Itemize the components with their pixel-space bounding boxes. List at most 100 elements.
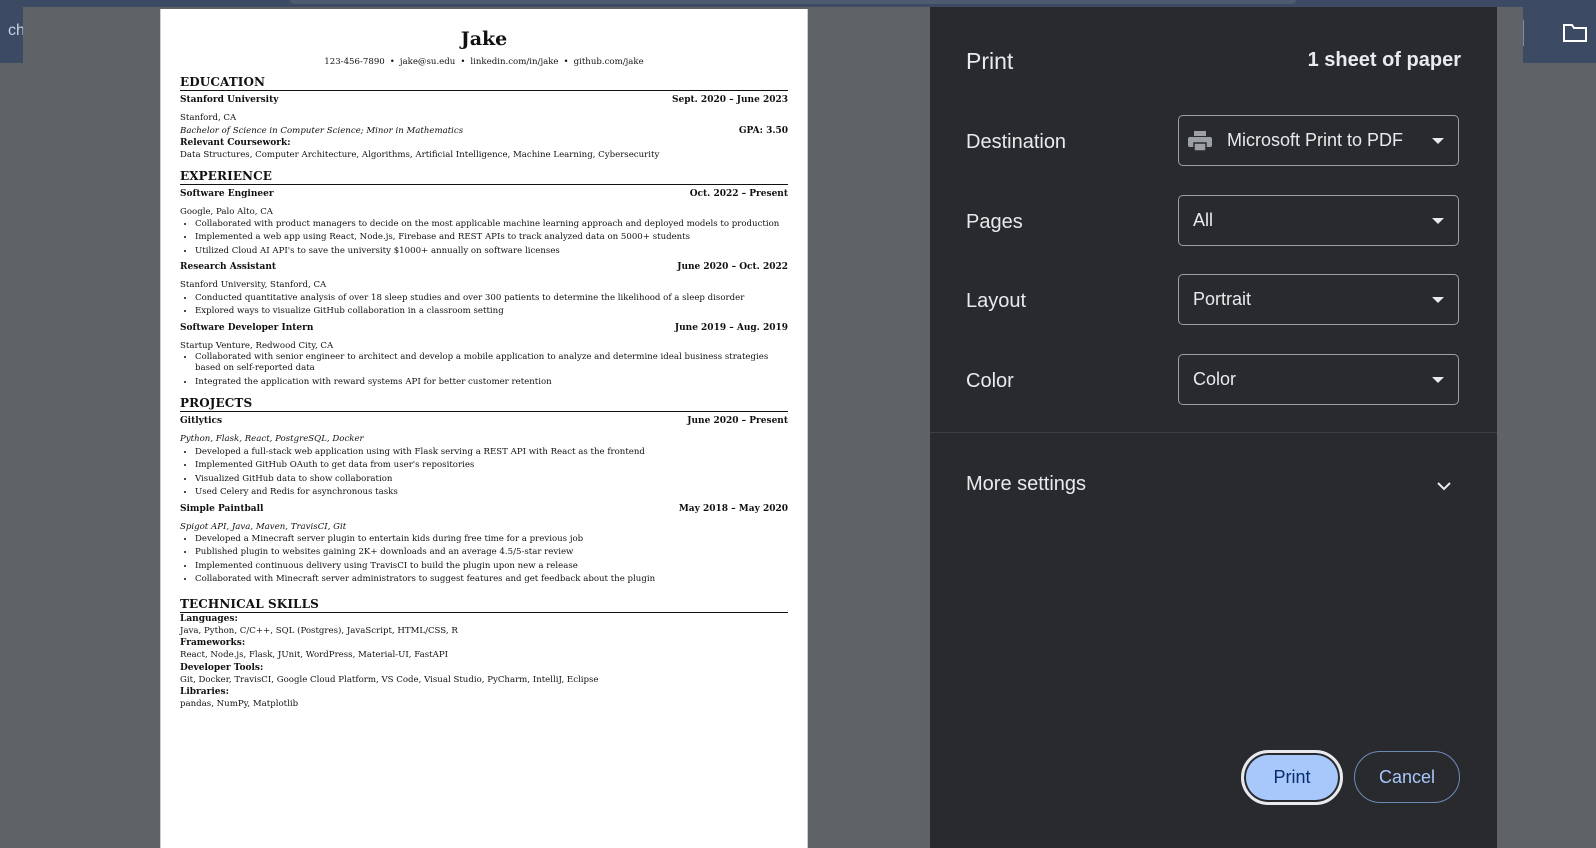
list-item: Collaborated with Minecraft server admin… — [195, 573, 788, 586]
project-tech: Python, Flask, React, PostgreSQL, Docker — [180, 434, 364, 445]
project-header: Gitlytics June 2020 – Present — [180, 415, 788, 427]
list-item: Used Celery and Redis for asynchronous t… — [195, 486, 788, 499]
job-bullets: Collaborated with senior engineer to arc… — [180, 352, 788, 389]
print-button[interactable]: Print — [1241, 750, 1343, 805]
job-org: Startup Venture, Redwood City, CA — [180, 340, 334, 351]
skills-label: Developer Tools: — [180, 662, 264, 673]
pages-label: Pages — [966, 211, 1023, 233]
cancel-button[interactable]: Cancel — [1354, 751, 1460, 803]
chevron-down-icon[interactable] — [1435, 477, 1453, 495]
project-name: Gitlytics — [180, 416, 223, 427]
print-settings-panel: Print 1 sheet of paper Destination Micro… — [930, 7, 1497, 848]
section-heading-education: EDUCATION — [180, 75, 788, 91]
skills-value: Git, Docker, TravisCI, Google Cloud Plat… — [180, 674, 599, 685]
print-preview-area: Jake 123-456-7890 • jake@su.edu • linkedin.c… — [23, 7, 948, 848]
job-bullets: Collaborated with product managers to de… — [180, 218, 788, 258]
project-bullets: Developed a full-stack web application u… — [180, 446, 788, 500]
destination-select[interactable]: Microsoft Print to PDF — [1178, 115, 1459, 166]
education-school: Stanford University — [180, 95, 279, 105]
list-item: Implemented GitHub OAuth to get data fro… — [195, 459, 788, 472]
job-dates: June 2020 – Oct. 2022 — [677, 262, 788, 273]
sheet-count: 1 sheet of paper — [1307, 49, 1461, 71]
folder-icon[interactable] — [1558, 18, 1592, 46]
list-item: Implemented a web app using React, Node.… — [195, 231, 788, 244]
education-header: Stanford University Sept. 2020 – June 20… — [180, 94, 788, 106]
project-header: Simple Paintball May 2018 – May 2020 — [180, 503, 788, 515]
list-item: Developed a full-stack web application u… — [195, 446, 788, 459]
list-item: Visualized GitHub data to show collabora… — [195, 473, 788, 486]
coursework-list: Data Structures, Computer Architecture, … — [180, 150, 660, 160]
list-item: Collaborated with product managers to de… — [195, 218, 788, 231]
list-item: Conducted quantitative analysis of over … — [195, 292, 788, 305]
coursework-label: Relevant Coursework: — [180, 138, 291, 148]
job-title: Research Assistant — [180, 262, 277, 273]
skills-group: Frameworks: React, Node.js, Flask, JUnit… — [180, 637, 788, 662]
list-item: Developed a Minecraft server plugin to e… — [195, 533, 788, 546]
education-gpa: GPA: 3.50 — [738, 125, 788, 136]
job-title: Software Developer Intern — [180, 322, 314, 333]
layout-value: Portrait — [1193, 289, 1252, 309]
education-dates: Sept. 2020 – June 2023 — [671, 95, 788, 105]
contact-linkedin: linkedin.com/in/jake — [470, 57, 559, 67]
project-dates: May 2018 – May 2020 — [678, 503, 788, 514]
education-location: Stanford, CA — [180, 113, 237, 123]
layout-label: Layout — [966, 290, 1027, 312]
layout-select[interactable]: Portrait — [1178, 274, 1459, 325]
chevron-down-icon — [1432, 377, 1444, 383]
job-org: Stanford University, Stanford, CA — [180, 280, 327, 291]
skills-group: Libraries: pandas, NumPy, Matplotlib — [180, 686, 788, 711]
project-bullets: Developed a Minecraft server plugin to e… — [180, 533, 788, 587]
job-bullets: Conducted quantitative analysis of over … — [180, 292, 788, 319]
print-title: Print — [966, 48, 1014, 74]
contact-email: jake@su.edu — [399, 57, 456, 67]
skills-label: Languages: — [180, 613, 238, 624]
job-header: Research Assistant June 2020 – Oct. 2022 — [180, 261, 788, 273]
chevron-down-icon — [1432, 218, 1444, 224]
pages-value: All — [1193, 210, 1214, 230]
destination-label: Destination — [966, 131, 1067, 153]
skills-label: Frameworks: — [180, 638, 246, 649]
list-item: Explored ways to visualize GitHub collab… — [195, 305, 788, 318]
skills-group: Languages: Java, Python, C/C++, SQL (Pos… — [180, 613, 788, 638]
section-heading-skills: TECHNICAL SKILLS — [180, 597, 788, 613]
contact-github: github.com/jake — [573, 57, 644, 67]
color-label: Color — [966, 370, 1014, 392]
skills-value: React, Node.js, Flask, JUnit, WordPress,… — [180, 650, 448, 661]
job-org: Google, Palo Alto, CA — [180, 206, 274, 217]
skills-value: pandas, NumPy, Matplotlib — [180, 699, 299, 710]
education-degree-row: Bachelor of Science in Computer Science;… — [180, 125, 788, 138]
education-degree: Bachelor of Science in Computer Science;… — [180, 125, 464, 136]
list-item: Published plugin to websites gaining 2K+… — [195, 546, 788, 559]
project-name: Simple Paintball — [180, 503, 264, 514]
skills-label: Libraries: — [180, 687, 229, 698]
project-tech: Spigot API, Java, Maven, TravisCI, Git — [180, 521, 347, 532]
job-dates: June 2019 – Aug. 2019 — [674, 322, 788, 333]
destination-value: Microsoft Print to PDF — [1227, 130, 1404, 150]
job-header: Software Engineer Oct. 2022 – Present — [180, 188, 788, 200]
chevron-down-icon — [1432, 138, 1444, 144]
toolbar-divider — [1523, 20, 1524, 46]
list-item: Integrated the application with reward s… — [195, 376, 788, 389]
skills-group: Developer Tools: Git, Docker, TravisCI, … — [180, 662, 788, 687]
color-select[interactable]: Color — [1178, 354, 1459, 405]
job-title: Software Engineer — [180, 188, 274, 199]
contact-phone: 123-456-7890 — [324, 57, 385, 67]
browser-address-strip — [290, 0, 1296, 4]
chevron-down-icon — [1432, 297, 1444, 303]
preview-page: Jake 123-456-7890 • jake@su.edu • linkedin.c… — [160, 9, 808, 848]
pages-select[interactable]: All — [1178, 195, 1459, 246]
resume-name: Jake — [460, 28, 508, 50]
print-dialog: Jake 123-456-7890 • jake@su.edu • linkedin.c… — [23, 7, 1523, 848]
job-header: Software Developer Intern June 2019 – Au… — [180, 322, 788, 334]
more-settings-toggle[interactable]: More settings — [966, 473, 1086, 496]
section-heading-experience: EXPERIENCE — [180, 169, 788, 185]
skills-value: Java, Python, C/C++, SQL (Postgres), Jav… — [180, 625, 458, 636]
color-value: Color — [1193, 369, 1237, 389]
printer-icon — [1187, 130, 1213, 152]
section-heading-projects: PROJECTS — [180, 396, 788, 413]
list-item: Implemented continuous delivery using Tr… — [195, 560, 788, 573]
job-dates: Oct. 2022 – Present — [689, 188, 788, 199]
list-item: Utilized Cloud AI API's to save the univ… — [195, 245, 788, 258]
resume-contact: 123-456-7890 • jake@su.edu • linkedin.com/in… — [324, 57, 644, 67]
project-dates: June 2020 – Present — [687, 416, 788, 427]
